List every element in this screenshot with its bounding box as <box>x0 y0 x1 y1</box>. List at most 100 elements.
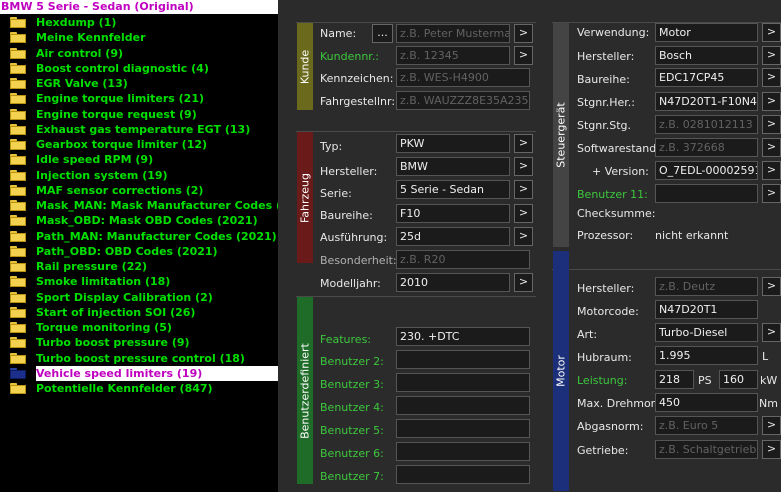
motorcode-field[interactable]: N47D20T1 <box>655 300 758 319</box>
stg-baureihe-field[interactable]: EDC17CP45 <box>655 68 758 87</box>
tree-item[interactable]: Turbo boost pressure (9) <box>10 335 278 350</box>
abgasnorm-field[interactable]: z.B. Euro 5 <box>655 416 758 435</box>
ausfuehrung-arrow-button[interactable]: > <box>514 227 533 246</box>
tree-root-label[interactable]: BMW 5 Serie - Sedan (Original) <box>0 0 278 14</box>
benutzer3-field[interactable] <box>396 373 530 392</box>
tree-item[interactable]: MAF sensor corrections (2) <box>10 183 278 198</box>
stgnr-her-label: Stgnr.Her.: <box>577 96 636 109</box>
softwarestand-field[interactable]: z.B. 372668 <box>655 138 758 157</box>
tree-item[interactable]: Rail pressure (22) <box>10 259 278 274</box>
kundennr-arrow-button[interactable]: > <box>514 46 533 65</box>
drehmoment-field[interactable]: 450 <box>655 393 758 412</box>
version-field[interactable]: O_7EDL-00002591- <box>655 161 758 180</box>
tree-item[interactable]: Potentielle Kennfelder (847) <box>10 381 278 396</box>
benutzer3-label: Benutzer 3: <box>320 378 384 391</box>
tree-item[interactable]: Exhaust gas temperature EGT (13) <box>10 122 278 137</box>
stgnr-stg-field[interactable]: z.B. 0281012113 <box>655 115 758 134</box>
typ-arrow-button[interactable]: > <box>514 134 533 153</box>
name-arrow-button[interactable]: > <box>514 24 533 43</box>
leistung-ps-field[interactable]: 218 <box>655 370 694 389</box>
folder-icon <box>10 261 26 272</box>
stgnr-her-arrow-button[interactable]: > <box>762 92 781 111</box>
besonderheit-field[interactable]: z.B. R20 <box>396 250 530 269</box>
benutzer5-field[interactable] <box>396 419 530 438</box>
fahrgestell-field[interactable]: z.B. WAUZZZ8E35A235 <box>396 91 530 110</box>
hersteller-arrow-button[interactable]: > <box>514 157 533 176</box>
tree-item-label: Rail pressure (22) <box>36 260 148 273</box>
getriebe-arrow-button[interactable]: > <box>762 440 781 459</box>
benutzer6-label: Benutzer 6: <box>320 447 384 460</box>
version-arrow-button[interactable]: > <box>762 161 781 180</box>
typ-label: Typ: <box>320 140 343 153</box>
tree-item[interactable]: Injection system (19) <box>10 168 278 183</box>
abgasnorm-label: Abgasnorm: <box>577 420 644 433</box>
art-arrow-button[interactable]: > <box>762 323 781 342</box>
tree-item[interactable]: Path_MAN: Manufacturer Codes (2021) <box>10 229 278 244</box>
benutzer11-field[interactable] <box>655 184 758 203</box>
baureihe-field[interactable]: F10 <box>396 204 510 223</box>
folder-icon <box>10 291 26 303</box>
stg-baureihe-arrow-button[interactable]: > <box>762 68 781 87</box>
nm-unit: Nm <box>759 397 778 410</box>
tree-item[interactable]: Path_OBD: OBD Codes (2021) <box>10 244 278 259</box>
tree-item-label: Idle speed RPM (9) <box>36 153 154 167</box>
serie-field[interactable]: 5 Serie - Sedan <box>396 180 510 199</box>
art-field[interactable]: Turbo-Diesel <box>655 323 758 342</box>
tree-item[interactable]: Mask_OBD: Mask OBD Codes (2021) <box>10 213 278 228</box>
baureihe-arrow-button[interactable]: > <box>514 204 533 223</box>
stgnr-her-field[interactable]: N47D20T1-F10N47T <box>655 92 758 111</box>
motor-hersteller-field[interactable]: z.B. Deutz <box>655 277 758 296</box>
leistung-kw-field[interactable]: 160 <box>719 370 758 389</box>
ausfuehrung-field[interactable]: 25d <box>396 227 510 246</box>
drehmoment-label: Max. Drehmom. <box>577 397 665 410</box>
features-field[interactable]: 230. +DTC <box>396 327 530 346</box>
kennzeichen-field[interactable]: z.B. WES-H4900 <box>396 68 530 87</box>
abgasnorm-arrow-button[interactable]: > <box>762 416 781 435</box>
hubraum-field[interactable]: 1.995 <box>655 346 758 365</box>
kunde-group-title: Kunde <box>298 49 312 84</box>
kundennr-field[interactable]: z.B. 12345 <box>396 46 510 65</box>
stg-hersteller-field[interactable]: Bosch <box>655 46 758 65</box>
tree-item[interactable]: Engine torque limiters (21) <box>10 91 278 106</box>
benutzer6-field[interactable] <box>396 442 530 461</box>
motor-hersteller-arrow-button[interactable]: > <box>762 277 781 296</box>
getriebe-field[interactable]: z.B. Schaltgetriebe <box>655 440 758 459</box>
hersteller-field[interactable]: BMW <box>396 157 510 176</box>
stgnr-stg-arrow-button[interactable]: > <box>762 115 781 134</box>
tree-item[interactable]: Mask_MAN: Mask Manufacturer Codes (2023) <box>10 198 278 213</box>
tree-item[interactable]: Vehicle speed limiters (19) <box>10 365 278 381</box>
modelljahr-arrow-button[interactable]: > <box>514 273 533 292</box>
benutzer-group-title: Benutzerdefiniert <box>298 342 312 439</box>
softwarestand-arrow-button[interactable]: > <box>762 138 781 157</box>
tree-item[interactable]: Smoke limitation (18) <box>10 274 278 289</box>
tree-item[interactable]: Idle speed RPM (9) <box>10 152 278 167</box>
modelljahr-field[interactable]: 2010 <box>396 273 510 292</box>
verwendung-field[interactable]: Motor <box>655 23 758 42</box>
tree-item[interactable]: Turbo boost pressure control (18) <box>10 351 278 366</box>
tree-item[interactable]: Meine Kennfelder <box>10 30 278 45</box>
benutzer2-field[interactable] <box>396 350 530 369</box>
benutzer4-label: Benutzer 4: <box>320 401 384 414</box>
tree-item[interactable]: Air control (9) <box>10 46 278 61</box>
serie-arrow-button[interactable]: > <box>514 180 533 199</box>
tree-item[interactable]: Sport Display Calibration (2) <box>10 290 278 305</box>
benutzer11-arrow-button[interactable]: > <box>762 184 781 203</box>
verwendung-arrow-button[interactable]: > <box>762 23 781 42</box>
name-picker-button[interactable]: ... <box>372 24 393 43</box>
map-tree[interactable]: BMW 5 Serie - Sedan (Original) Hexdump (… <box>0 0 278 492</box>
tree-item[interactable]: Engine torque request (9) <box>10 107 278 122</box>
tree-item-label: Engine torque limiters (21) <box>36 92 205 106</box>
tree-item[interactable]: Start of injection SOI (26) <box>10 305 278 320</box>
tree-item[interactable]: Hexdump (1) <box>10 15 278 30</box>
tree-item[interactable]: Torque monitoring (5) <box>10 320 278 335</box>
benutzer7-field[interactable] <box>396 465 530 484</box>
tree-item[interactable]: Boost control diagnostic (4) <box>10 61 278 76</box>
name-field[interactable]: z.B. Peter Mustermann <box>396 24 510 43</box>
benutzer4-field[interactable] <box>396 396 530 415</box>
typ-field[interactable]: PKW <box>396 134 510 153</box>
stg-hersteller-arrow-button[interactable]: > <box>762 46 781 65</box>
tree-item[interactable]: Gearbox torque limiter (12) <box>10 137 278 152</box>
name-label: Name: <box>320 27 357 40</box>
baureihe-label: Baureihe: <box>320 209 373 222</box>
tree-item[interactable]: EGR Valve (13) <box>10 76 278 91</box>
